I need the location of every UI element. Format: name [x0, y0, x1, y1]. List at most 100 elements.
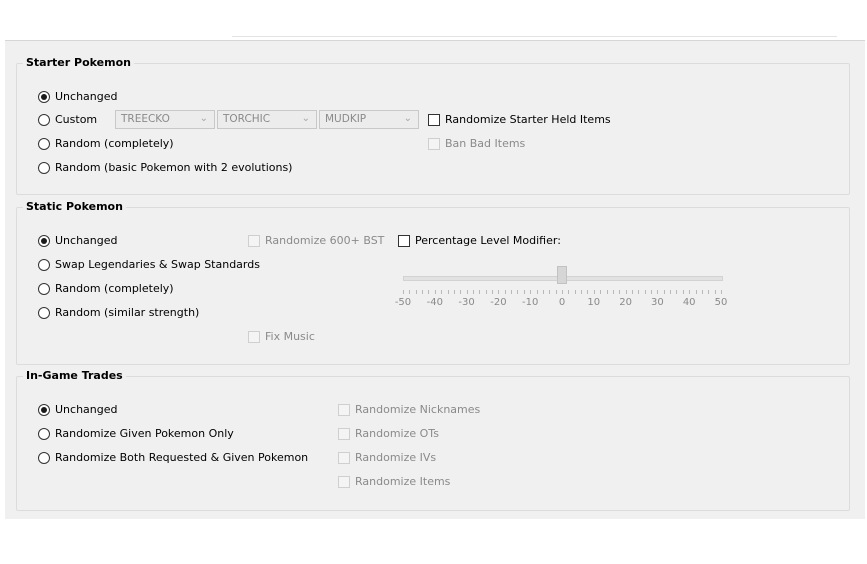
checkbox-icon: [428, 114, 440, 126]
radio-icon: [38, 162, 50, 174]
radio-icon: [38, 235, 50, 247]
radio-icon: [38, 259, 50, 271]
starter-combo-1[interactable]: TREECKO ⌄: [115, 110, 215, 129]
slider-tick: [619, 290, 621, 294]
option-label: Randomize Given Pokemon Only: [55, 427, 234, 440]
slider-tick: [587, 290, 589, 294]
radio-icon: [38, 114, 50, 126]
slider-tick: [409, 290, 411, 294]
slider-tick: [701, 290, 703, 294]
slider-tick: [644, 290, 646, 294]
checkbox-icon: [428, 138, 440, 150]
slider-tick: [581, 290, 583, 294]
slider-tick-label: -30: [458, 297, 475, 308]
level-modifier-slider-thumb[interactable]: [557, 266, 567, 284]
checkbox-label: Randomize Nicknames: [355, 403, 481, 416]
slider-tick: [441, 290, 443, 294]
option-label: Unchanged: [55, 90, 118, 103]
starter-pokemon-group: Starter Pokemon: [16, 56, 850, 195]
slider-tick: [574, 290, 576, 294]
radio-icon: [38, 452, 50, 464]
slider-tick: [549, 290, 551, 294]
static-group-title: Static Pokemon: [23, 200, 126, 213]
radio-icon: [38, 138, 50, 150]
slider-tick: [695, 290, 697, 294]
starter-group-title: Starter Pokemon: [23, 56, 134, 69]
option-label: Random (completely): [55, 282, 174, 295]
slider-tick: [434, 290, 436, 294]
slider-tick: [466, 290, 468, 294]
starter-combo-2[interactable]: TORCHIC ⌄: [217, 110, 317, 129]
option-label: Random (basic Pokemon with 2 evolutions): [55, 161, 293, 174]
checkbox-label: Percentage Level Modifier:: [415, 234, 561, 247]
slider-tick: [663, 290, 665, 294]
slider-tick: [492, 290, 494, 294]
slider-tick: [708, 290, 710, 294]
slider-tick: [593, 290, 595, 294]
slider-tick: [689, 290, 691, 294]
chevron-down-icon: ⌄: [199, 113, 208, 124]
radio-icon: [38, 283, 50, 295]
option-label: Unchanged: [55, 234, 118, 247]
slider-tick: [638, 290, 640, 294]
checkbox-label: Randomize Starter Held Items: [445, 113, 611, 126]
checkbox-icon: [338, 404, 350, 416]
slider-tick: [600, 290, 602, 294]
slider-tick: [612, 290, 614, 294]
slider-tick: [422, 290, 424, 294]
chevron-down-icon: ⌄: [301, 113, 310, 124]
checkbox-label: Randomize Items: [355, 475, 451, 488]
slider-tick: [670, 290, 672, 294]
radio-icon: [38, 404, 50, 416]
slider-tick: [403, 290, 404, 294]
slider-tick: [714, 290, 716, 294]
slider-tick: [511, 290, 513, 294]
option-label: Random (completely): [55, 137, 174, 150]
slider-tick-label: 10: [587, 297, 601, 308]
slider-tick-label: 0: [558, 297, 566, 308]
slider-tick: [498, 290, 500, 294]
option-label: Custom: [55, 113, 98, 126]
slider-tick: [453, 290, 455, 294]
slider-tick: [555, 290, 557, 294]
checkbox-icon: [248, 235, 260, 247]
checkbox-label: Fix Music: [265, 330, 315, 343]
slider-tick: [472, 290, 474, 294]
checkbox-icon: [248, 331, 260, 343]
slider-tick: [428, 290, 430, 294]
slider-tick-label: 50: [714, 297, 728, 308]
slider-tick: [504, 290, 506, 294]
slider-tick: [460, 290, 462, 294]
slider-tick: [517, 290, 519, 294]
option-label: Random (similar strength): [55, 306, 200, 319]
slider-tick: [606, 290, 608, 294]
slider-tick: [542, 290, 544, 294]
slider-tick: [530, 290, 532, 294]
chevron-down-icon: ⌄: [403, 113, 412, 124]
slider-tick: [415, 290, 417, 294]
radio-icon: [38, 428, 50, 440]
slider-tick: [625, 290, 627, 294]
slider-tick-label: 20: [619, 297, 632, 308]
checkbox-label: Ban Bad Items: [445, 137, 526, 150]
slider-tick: [479, 290, 481, 294]
checkbox-icon: [398, 235, 410, 247]
slider-tick: [568, 290, 570, 294]
trades-group-title: In-Game Trades: [23, 369, 126, 382]
starter-combo-3[interactable]: MUDKIP ⌄: [319, 110, 419, 129]
slider-ticks: [403, 290, 722, 296]
slider-tick: [651, 290, 653, 294]
slider-tick: [721, 290, 722, 294]
slider-tick-label: -50: [394, 297, 412, 308]
checkbox-icon: [338, 476, 350, 488]
option-label: Randomize Both Requested & Given Pokemon: [55, 451, 309, 464]
radio-icon: [38, 91, 50, 103]
in-game-trades-group: In-Game Trades: [16, 369, 850, 511]
checkbox-label: Randomize IVs: [355, 451, 437, 464]
slider-tick-label: -40: [426, 297, 443, 308]
slider-tick: [657, 290, 659, 294]
slider-tick: [485, 290, 487, 294]
slider-tick: [676, 290, 678, 294]
combo-value: MUDKIP: [325, 113, 367, 125]
slider-tick: [631, 290, 633, 294]
